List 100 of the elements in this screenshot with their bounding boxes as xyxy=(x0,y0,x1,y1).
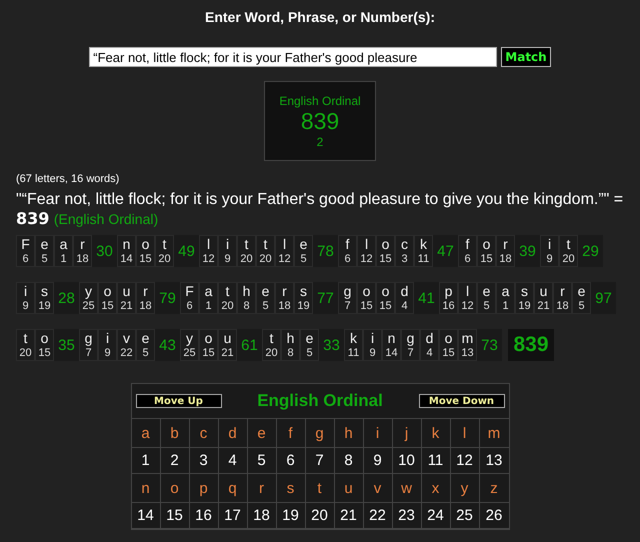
letter-cell: f 6 xyxy=(338,235,357,267)
value-cell: 4 xyxy=(218,448,248,474)
value-cell: 3 xyxy=(190,448,218,474)
letter-cell: n 14 xyxy=(382,329,401,361)
letter-cell: t 20 xyxy=(262,329,281,361)
value-cell: 15 xyxy=(160,503,190,529)
letter-cell: g 7 xyxy=(338,282,357,314)
value-cell: 14 xyxy=(132,503,160,529)
letter-cell: x xyxy=(422,474,450,503)
letter-cell: e 5 xyxy=(300,329,319,361)
letter-cell: h 8 xyxy=(281,329,300,361)
match-button[interactable]: Match xyxy=(501,47,551,67)
letter-cell: o 15 xyxy=(199,329,218,361)
letter-cell: y 25 xyxy=(180,329,199,361)
letter-cell: v xyxy=(364,474,392,503)
value-cell: 25 xyxy=(450,503,480,529)
letter-cell: f 6 xyxy=(458,235,477,267)
letter-cell: w xyxy=(392,474,422,503)
letter-cell: e 5 xyxy=(294,235,313,267)
grand-total: 839 xyxy=(508,329,554,361)
value-cell: 18 xyxy=(248,503,276,529)
letter-cell: l 12 xyxy=(199,235,218,267)
letter-cell: b xyxy=(160,419,190,448)
letter-cell: a xyxy=(132,419,160,448)
letter-cell: k xyxy=(422,419,450,448)
value-cell: 23 xyxy=(392,503,422,529)
value-cell: 22 xyxy=(364,503,392,529)
letter-cell: i 9 xyxy=(218,235,237,267)
value-cell: 26 xyxy=(480,503,508,529)
cipher-total: 839 xyxy=(300,108,340,134)
letter-cell: c 3 xyxy=(395,235,414,267)
letter-cell: k 11 xyxy=(414,235,433,267)
phrase-input[interactable]: “Fear not, little flock; for it is your Father's good pleasure xyxy=(89,47,498,67)
letter-cell: i 9 xyxy=(16,282,35,314)
value-cell: 24 xyxy=(422,503,450,529)
letter-cell: g xyxy=(306,419,334,448)
letter-cell: z xyxy=(480,474,508,503)
letter-cell: o 15 xyxy=(35,329,54,361)
value-cell: 12 xyxy=(450,448,480,474)
value-cell: 16 xyxy=(190,503,218,529)
letter-cell: e 5 xyxy=(477,282,496,314)
move-down-button[interactable]: Move Down xyxy=(418,394,504,408)
letter-cell: t 20 xyxy=(155,235,174,267)
value-cell: 11 xyxy=(422,448,450,474)
phrase-text: "“Fear not, little flock; for it is your Father's good pleasure to give you the kingdom.”" = xyxy=(16,191,624,209)
cipher-label: (English Ordinal) xyxy=(54,211,158,227)
letter-cell: s 19 xyxy=(35,282,54,314)
letter-cell: l xyxy=(450,419,480,448)
letter-cell: l 12 xyxy=(357,235,376,267)
letter-cell: h 8 xyxy=(237,282,256,314)
letter-cell: i xyxy=(364,419,392,448)
letter-cell: d 4 xyxy=(395,282,414,314)
letter-cell: r 18 xyxy=(553,282,572,314)
letter-cell: F 6 xyxy=(180,282,199,314)
letter-cell: n 14 xyxy=(117,235,136,267)
letter-cell: q xyxy=(218,474,248,503)
letter-cell: d xyxy=(218,419,248,448)
move-up-button[interactable]: Move Up xyxy=(136,394,222,408)
letter-cell: e xyxy=(248,419,276,448)
letter-cell: p xyxy=(190,474,218,503)
letter-cell: u 21 xyxy=(218,329,237,361)
letter-cell: r 18 xyxy=(136,282,155,314)
value-cell: 13 xyxy=(480,448,508,474)
letter-cell: k 11 xyxy=(344,329,363,361)
letter-cell: o 15 xyxy=(439,329,458,361)
letter-cell: u xyxy=(334,474,364,503)
letter-cell: e 5 xyxy=(256,282,275,314)
letter-word-count: (67 letters, 16 words) xyxy=(16,173,120,185)
match-count: 2 xyxy=(316,134,324,148)
letter-cell: r xyxy=(248,474,276,503)
value-cell: 8 xyxy=(334,448,364,474)
value-cell: 1 xyxy=(132,448,160,474)
letter-cell: o xyxy=(160,474,190,503)
letter-cell: f xyxy=(276,419,306,448)
letter-cell: m 13 xyxy=(458,329,477,361)
letter-cell: o 15 xyxy=(376,282,395,314)
letter-cell: r 18 xyxy=(496,235,515,267)
letter-cell: t 20 xyxy=(559,235,578,267)
letter-cell: a 1 xyxy=(54,235,73,267)
value-cell: 21 xyxy=(334,503,364,529)
letter-cell: t 20 xyxy=(218,282,237,314)
letter-cell: o 15 xyxy=(376,235,395,267)
value-cell: 2 xyxy=(160,448,190,474)
letter-cell: a 1 xyxy=(496,282,515,314)
letter-cell: c xyxy=(190,419,218,448)
letter-cell: r 18 xyxy=(73,235,92,267)
letter-cell: y xyxy=(450,474,480,503)
cipher-name: English Ordinal xyxy=(279,94,361,108)
letter-cell: n xyxy=(132,474,160,503)
letter-cell: g 7 xyxy=(79,329,98,361)
value-cell: 5 xyxy=(248,448,276,474)
letter-cell: s xyxy=(276,474,306,503)
letter-cell: o 15 xyxy=(136,235,155,267)
value-cell: 10 xyxy=(392,448,422,474)
letter-cell: i 9 xyxy=(363,329,382,361)
letter-cell: e 5 xyxy=(572,282,591,314)
letter-cell: e 5 xyxy=(136,329,155,361)
letter-cell: h xyxy=(334,419,364,448)
letter-cell: y 25 xyxy=(79,282,98,314)
value-cell: 20 xyxy=(306,503,334,529)
